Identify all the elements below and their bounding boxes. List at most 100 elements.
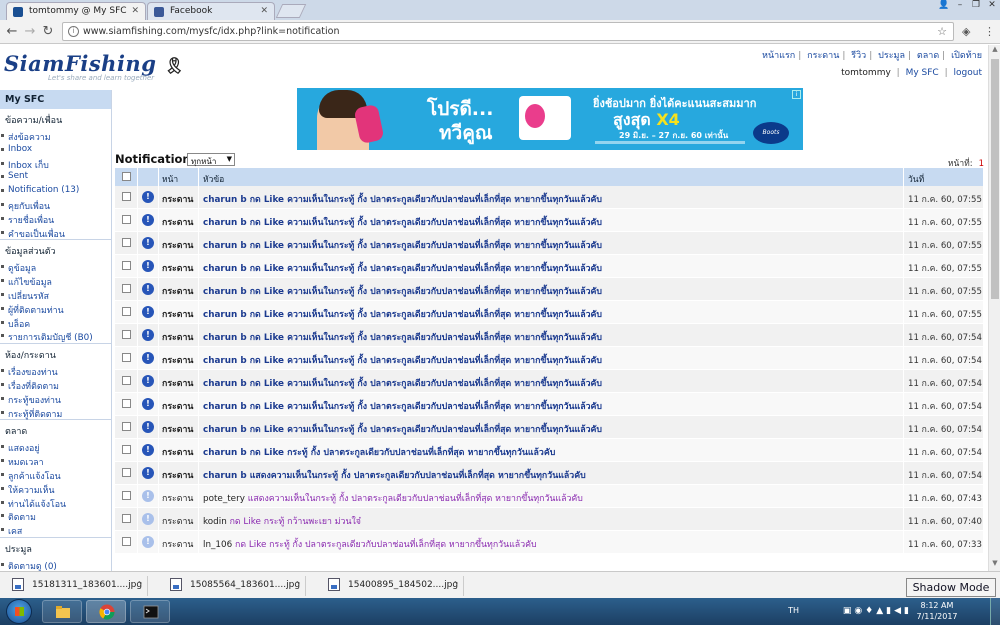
sidebar-item-send-message[interactable]: ส่งข้อความ <box>0 129 111 143</box>
row-subject-link[interactable]: กด Like กระทู้ กั้ง ปลาตระกูลเดียวกับปลา… <box>250 448 556 458</box>
sidebar-item-my-transfer[interactable]: ท่านได้แจ้งโอน <box>0 496 111 510</box>
sidebar-item-feedback[interactable]: ให้ความเห็น <box>0 482 111 496</box>
row-user-link[interactable]: ln_106 <box>203 540 232 550</box>
row-user-link[interactable]: charun b <box>203 287 247 297</box>
minimize-icon[interactable]: – <box>952 0 968 14</box>
mysfc-link[interactable]: My SFC <box>906 68 939 78</box>
row-user-link[interactable]: charun b <box>203 310 247 320</box>
row-subject-link[interactable]: กด Like ความเห็นในกระทู้ กั้ง ปลาตระกูลเ… <box>250 264 602 274</box>
bookmark-star-icon[interactable]: ☆ <box>937 25 947 38</box>
chevron-up-icon[interactable]: ^ <box>136 580 143 589</box>
menu-icon[interactable]: ⋮ <box>984 25 995 38</box>
row-user-link[interactable]: pote_tery <box>203 494 245 504</box>
row-checkbox[interactable] <box>122 215 131 224</box>
nav-market[interactable]: ตลาด <box>917 51 939 61</box>
row-user-link[interactable]: charun b <box>203 356 247 366</box>
sidebar-item-friend-requests[interactable]: คำขอเป็นเพื่อน <box>0 226 111 240</box>
sidebar-item-sent[interactable]: Sent <box>0 170 111 184</box>
terminal-taskbar-button[interactable] <box>130 600 170 623</box>
row-checkbox[interactable] <box>122 422 131 431</box>
sidebar-item-friends[interactable]: รายชื่อเพื่อน <box>0 212 111 226</box>
row-user-link[interactable]: kodin <box>203 517 227 527</box>
adchoices-icon[interactable]: i <box>792 90 801 99</box>
row-checkbox[interactable] <box>122 307 131 316</box>
row-subject[interactable]: charun b กด Like ความเห็นในกระทู้ กั้ง ป… <box>203 215 602 229</box>
row-subject-link[interactable]: กด Like ความเห็นในกระทู้ กั้ง ปลาตระกูลเ… <box>250 356 602 366</box>
nav-board[interactable]: กระดาน <box>807 51 839 61</box>
sidebar-item-follow[interactable]: ติดตาม <box>0 509 111 523</box>
sidebar-item-customer-transfer[interactable]: ลูกค้าแจ้งโอน <box>0 468 111 482</box>
row-checkbox[interactable] <box>122 537 131 546</box>
back-arrow-icon[interactable]: ← <box>4 24 20 40</box>
nav-home[interactable]: หน้าแรก <box>762 51 795 61</box>
sidebar-item-inbox[interactable]: Inbox <box>0 143 111 157</box>
row-subject[interactable]: charun b กด Like ความเห็นในกระทู้ กั้ง ป… <box>203 192 602 206</box>
table-row[interactable]: ! กระดาน charun b กด Like ความเห็นในกระทู้… <box>115 232 983 255</box>
row-subject[interactable]: charun b กด Like ความเห็นในกระทู้ กั้ง ป… <box>203 330 602 344</box>
sidebar-item-block[interactable]: บล็อค <box>0 316 111 330</box>
row-checkbox[interactable] <box>122 261 131 270</box>
row-user-link[interactable]: charun b <box>203 218 247 228</box>
sidebar-item-followers[interactable]: ผู้ที่ติดตามท่าน <box>0 302 111 316</box>
new-tab-button[interactable] <box>275 4 307 18</box>
row-subject-link[interactable]: แสดงความเห็นในกระทู้ กั้ง ปลาตระกูลเดียว… <box>248 494 583 504</box>
scrollbar-thumb[interactable] <box>991 59 999 299</box>
sidebar-item-followed-stories[interactable]: เรื่องที่ติดตาม <box>0 378 111 392</box>
sidebar-item-topups[interactable]: รายการเติมบัญชี (B0) <box>0 329 111 343</box>
clock-date[interactable]: 7/11/2017 <box>912 612 962 621</box>
download-item[interactable]: 15085564_183601....jpg ^ <box>158 576 306 596</box>
close-tab-icon[interactable]: ✕ <box>260 6 268 16</box>
banner-ad[interactable]: โปรดี... ทวีคูณ ยิ่งช้อปมาก ยิ่งได้คะแนน… <box>297 88 803 150</box>
row-user-link[interactable]: charun b <box>203 448 247 458</box>
row-user-link[interactable]: charun b <box>203 425 247 435</box>
shadow-mode-button[interactable]: Shadow Mode <box>906 578 996 597</box>
row-subject[interactable]: charun b กด Like กระทู้ กั้ง ปลาตระกูลเด… <box>203 445 555 459</box>
row-checkbox[interactable] <box>122 468 131 477</box>
row-subject-link[interactable]: กด Like ความเห็นในกระทู้ กั้ง ปลาตระกูลเ… <box>250 195 602 205</box>
info-icon[interactable]: i <box>68 26 79 37</box>
row-checkbox[interactable] <box>122 514 131 523</box>
scroll-down-icon[interactable]: ▼ <box>989 559 1000 571</box>
row-user-link[interactable]: charun b <box>203 241 247 251</box>
nav-trunk-sale[interactable]: เปิดท้าย <box>951 51 982 61</box>
row-subject-link[interactable]: กด Like ความเห็นในกระทู้ กั้ง ปลาตระกูลเ… <box>250 218 602 228</box>
row-checkbox[interactable] <box>122 353 131 362</box>
table-row[interactable]: ! กระดาน charun b กด Like ความเห็นในกระทู้… <box>115 278 983 301</box>
row-subject-link[interactable]: กด Like ความเห็นในกระทู้ กั้ง ปลาตระกูลเ… <box>250 310 602 320</box>
row-subject[interactable]: charun b กด Like ความเห็นในกระทู้ กั้ง ป… <box>203 261 602 275</box>
clock-time[interactable]: 8:12 AM <box>912 601 962 610</box>
extension-icon[interactable]: ◈ <box>962 25 970 38</box>
logout-link[interactable]: logout <box>954 68 982 78</box>
table-row[interactable]: ! กระดาน charun b กด Like ความเห็นในกระทู้… <box>115 255 983 278</box>
row-user-link[interactable]: charun b <box>203 379 247 389</box>
table-row[interactable]: ! กระดาน pote_tery แสดงความเห็นในกระทู้ กั… <box>115 485 983 508</box>
chevron-up-icon[interactable]: ^ <box>452 580 459 589</box>
nav-review[interactable]: รีวิว <box>851 51 866 61</box>
select-all-checkbox[interactable] <box>122 172 131 181</box>
page-scrollbar[interactable]: ▲ ▼ <box>988 45 1000 571</box>
row-subject-link[interactable]: แสดงความเห็นในกระทู้ กั้ง ปลาตระกูลเดียว… <box>250 471 586 481</box>
table-row[interactable]: ! กระดาน charun b กด Like ความเห็นในกระทู้… <box>115 186 983 209</box>
table-row[interactable]: ! กระดาน kodin กด Like กระทู้ กว้านพะเยา ม… <box>115 508 983 531</box>
siamfishing-logo[interactable]: SiamFishing 🎗 <box>4 51 185 76</box>
forward-arrow-icon[interactable]: → <box>22 24 38 40</box>
row-checkbox[interactable] <box>122 330 131 339</box>
table-row[interactable]: ! กระดาน charun b กด Like ความเห็นในกระทู้… <box>115 416 983 439</box>
download-item[interactable]: 15181311_183601....jpg ^ <box>0 576 148 596</box>
row-subject-link[interactable]: กด Like ความเห็นในกระทู้ กั้ง ปลาตระกูลเ… <box>250 379 602 389</box>
explorer-taskbar-button[interactable] <box>42 600 82 623</box>
table-row[interactable]: ! กระดาน charun b กด Like ความเห็นในกระทู้… <box>115 209 983 232</box>
close-window-icon[interactable]: ✕ <box>984 0 1000 14</box>
row-subject[interactable]: kodin กด Like กระทู้ กว้านพะเยา ม่วนใจ๋ <box>203 514 361 528</box>
row-subject[interactable]: pote_tery แสดงความเห็นในกระทู้ กั้ง ปลาต… <box>203 491 583 505</box>
row-checkbox[interactable] <box>122 399 131 408</box>
row-subject-link[interactable]: กด Like ความเห็นในกระทู้ กั้ง ปลาตระกูลเ… <box>250 287 602 297</box>
sidebar-item-change-password[interactable]: เปลี่ยนรหัส <box>0 288 111 302</box>
restore-icon[interactable]: ❐ <box>968 0 984 14</box>
row-subject-link[interactable]: กด Like กระทู้ กว้านพะเยา ม่วนใจ๋ <box>230 517 361 527</box>
row-checkbox[interactable] <box>122 376 131 385</box>
table-row[interactable]: ! กระดาน charun b กด Like ความเห็นในกระทู้… <box>115 324 983 347</box>
sidebar-item-case[interactable]: เคส <box>0 523 111 537</box>
tray-icons[interactable]: ▣◉♦▲▮◀▮ <box>843 606 912 616</box>
table-row[interactable]: ! กระดาน charun b กด Like ความเห็นในกระทู้… <box>115 370 983 393</box>
